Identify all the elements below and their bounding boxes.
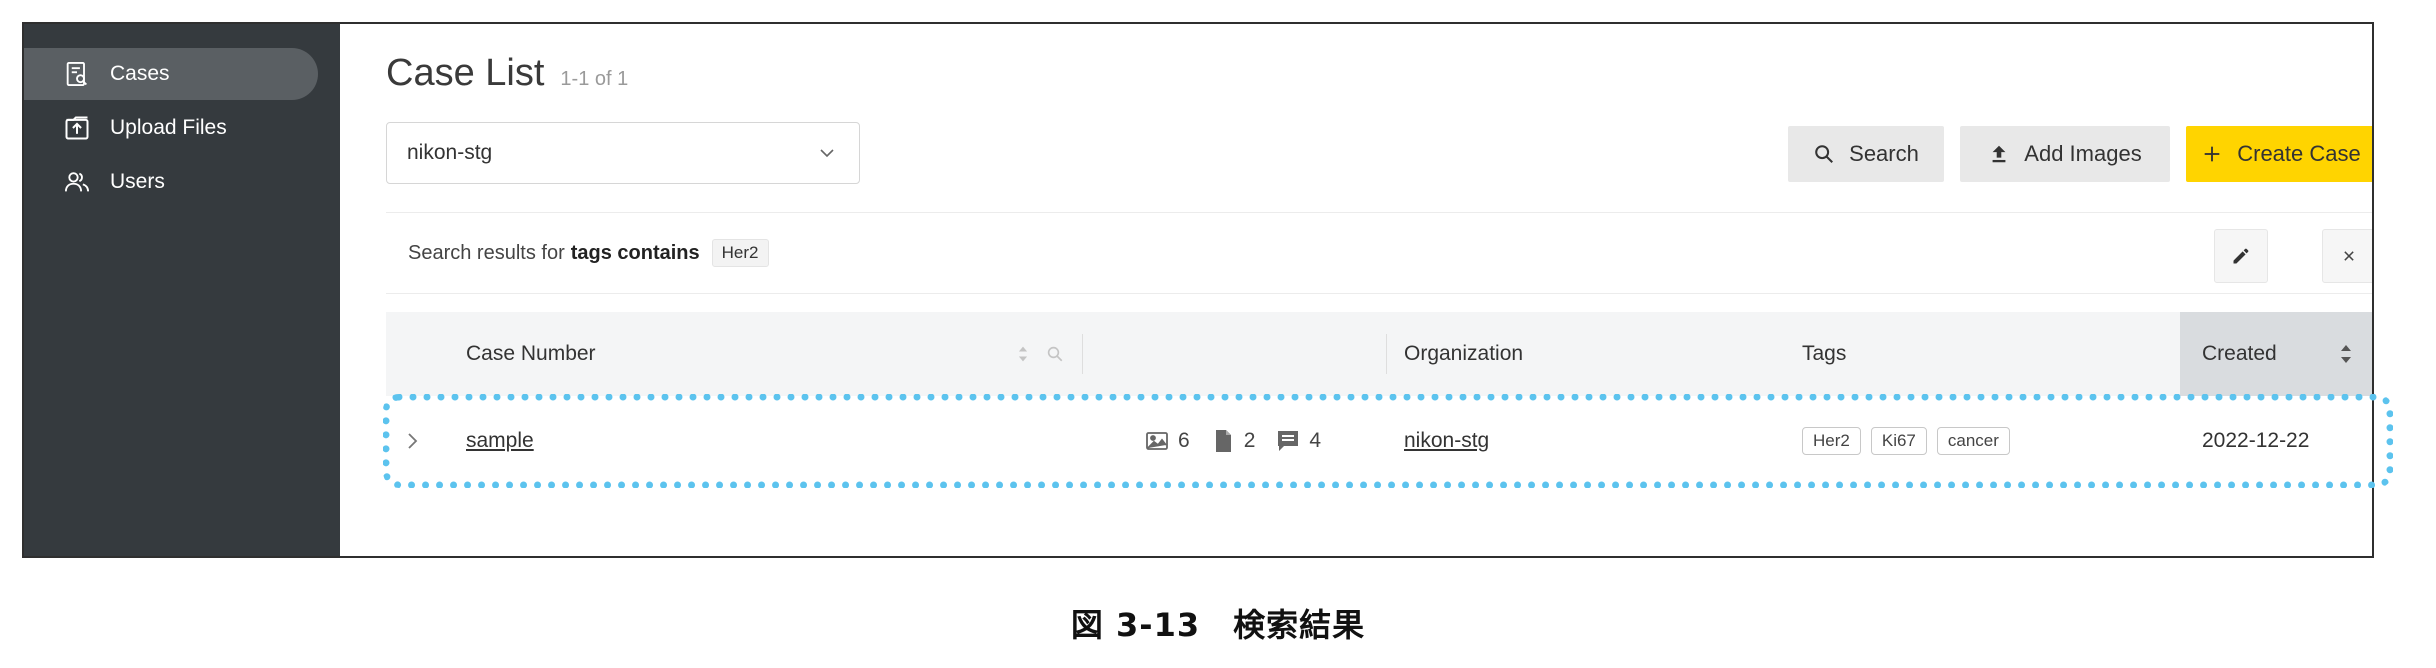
column-header-created[interactable]: Created — [2180, 312, 2372, 396]
tag-chip[interactable]: Ki67 — [1870, 427, 1927, 455]
filter-tag: Her2 — [711, 239, 769, 267]
create-case-label: Create Case — [2237, 141, 2361, 166]
sidebar-item-label: Upload Files — [110, 116, 227, 139]
sort-icon — [2341, 345, 2351, 363]
result-count: 1-1 of 1 — [560, 68, 629, 90]
sidebar-item-users[interactable]: Users — [24, 156, 318, 208]
case-counts: 6 2 4 — [1144, 398, 1341, 484]
sidebar-item-cases[interactable]: Cases — [24, 48, 318, 100]
tag-chip[interactable]: Her2 — [1802, 427, 1861, 455]
pencil-icon — [2233, 248, 2249, 264]
add-images-label: Add Images — [2024, 141, 2142, 166]
column-divider — [1386, 334, 1387, 374]
upload-arrow-icon — [1992, 145, 2006, 163]
filter-condition: tags contains — [570, 241, 700, 264]
clear-filter-button[interactable] — [2322, 229, 2372, 283]
chevron-down-icon — [820, 149, 834, 158]
comment-icon — [1278, 431, 1299, 451]
organization-select[interactable]: nikon-stg — [386, 122, 860, 184]
case-search-icon — [62, 59, 92, 89]
search-icon — [1815, 145, 1834, 163]
sidebar-item-upload-files[interactable]: Upload Files — [24, 102, 318, 154]
page-title: Case List — [386, 52, 545, 94]
tag-chip[interactable]: cancer — [1936, 427, 2010, 455]
image-count: 6 — [1178, 429, 1190, 452]
column-divider — [1082, 334, 1083, 374]
search-button-label: Search — [1849, 141, 1919, 166]
sidebar-item-label: Users — [110, 170, 165, 193]
chevron-right-icon — [408, 433, 418, 449]
upload-icon — [62, 113, 92, 143]
search-icon[interactable] — [1046, 345, 1064, 363]
column-header-label: Created — [2202, 342, 2277, 365]
column-header-label: Tags — [1802, 342, 1847, 365]
document-icon — [1215, 430, 1231, 452]
created-date: 2022-12-22 — [2202, 429, 2310, 452]
filter-prefix: Search results for — [408, 241, 565, 264]
case-number-tools — [1014, 312, 1078, 396]
column-header-label: Organization — [1404, 342, 1524, 365]
case-number-link[interactable]: sample — [466, 398, 534, 484]
comment-count: 4 — [1309, 429, 1322, 452]
table-row[interactable]: sample 6 2 4 nikon-stg Her2 Ki67 cancer … — [386, 398, 2372, 484]
column-header-case-number[interactable]: Case Number — [466, 312, 596, 396]
sidebar-item-label: Cases — [110, 62, 170, 85]
column-header-label: Case Number — [466, 342, 596, 365]
column-header-organization[interactable]: Organization — [1404, 312, 1523, 396]
users-icon — [62, 167, 92, 197]
create-case-button[interactable]: Create Case — [2186, 126, 2372, 182]
plus-icon — [2204, 146, 2220, 162]
row-tags: Her2 Ki67 cancer — [1802, 398, 2020, 484]
app-window: Cases Upload Files Users Case List 1-1 o… — [22, 22, 2374, 558]
image-icon — [1146, 432, 1168, 450]
search-button[interactable]: Search — [1788, 126, 1944, 182]
table-header: Case Number Organization Tags Created — [386, 312, 2372, 396]
sidebar: Cases Upload Files Users — [24, 24, 340, 556]
edit-filter-button[interactable] — [2214, 229, 2268, 283]
column-header-tags[interactable]: Tags — [1802, 312, 1846, 396]
organization-select-value: nikon-stg — [407, 141, 493, 164]
add-images-button[interactable]: Add Images — [1960, 126, 2170, 182]
page-header: Case List 1-1 of 1 — [386, 52, 628, 95]
organization-link[interactable]: nikon-stg — [1404, 398, 1489, 484]
close-icon — [2344, 251, 2354, 261]
expand-row-button[interactable] — [404, 398, 422, 484]
main-content: Case List 1-1 of 1 nikon-stg Search Add … — [340, 24, 2372, 556]
sort-icon[interactable] — [1014, 345, 1032, 363]
figure-caption: 図 3-13 検索結果 — [1070, 606, 1366, 644]
search-filter-bar: Search results for tags contains Her2 — [386, 212, 2372, 294]
document-count: 2 — [1243, 429, 1256, 452]
